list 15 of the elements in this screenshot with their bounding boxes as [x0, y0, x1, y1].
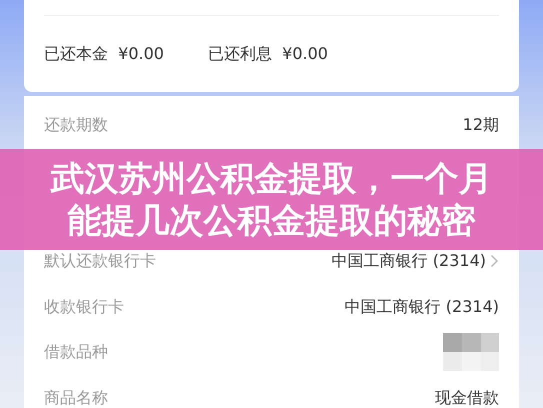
- field-value: 现金借款: [435, 386, 499, 408]
- pixelated-value: [443, 333, 499, 372]
- field-value: 中国工商银行 (2314): [332, 250, 486, 272]
- field-label: 默认还款银行卡: [44, 250, 156, 272]
- chevron-right-icon[interactable]: [490, 254, 499, 268]
- summary-text: 已还本金 ¥0.00: [44, 42, 164, 64]
- field-label: 商品名称: [44, 386, 108, 408]
- banner-title: 能提几次公积金提取的秘密: [68, 200, 476, 242]
- field-label: 还款期数: [44, 114, 108, 136]
- summary-text: 已还利息 ¥0.00: [208, 42, 328, 64]
- field-label: 收款银行卡: [44, 296, 124, 318]
- field-label: 借款品种: [44, 341, 108, 364]
- field-value: 中国工商银行 (2314): [344, 296, 499, 318]
- banner-title: 武汉苏州公积金提取，一个月: [50, 158, 492, 200]
- field-value: 12期: [462, 114, 499, 136]
